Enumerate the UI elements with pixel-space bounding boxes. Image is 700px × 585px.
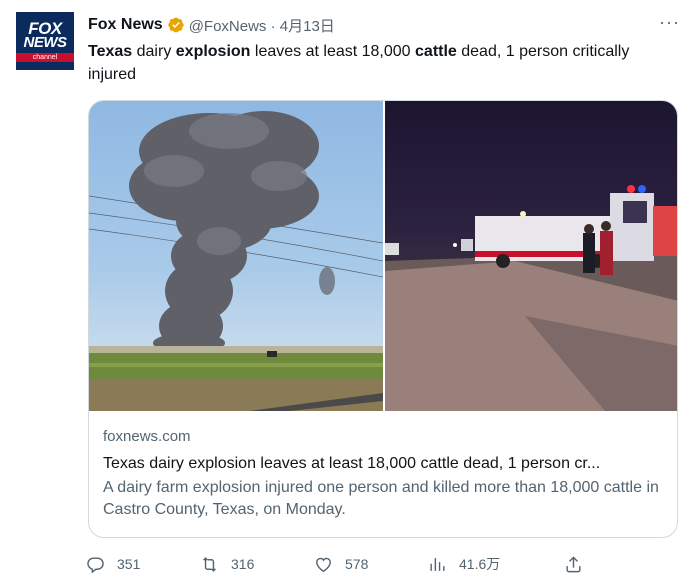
share-icon: [566, 555, 581, 572]
retweet-icon: [203, 556, 216, 572]
handle-and-date[interactable]: @FoxNews · 4月13日: [189, 15, 335, 36]
link-card[interactable]: foxnews.com Texas dairy explosion leaves…: [88, 100, 678, 538]
retweet-button[interactable]: 316: [200, 552, 254, 576]
tweet-text-part: Texas: [88, 43, 133, 60]
avatar-logo-line3: channel: [16, 52, 74, 62]
tweet-text: Texas dairy explosion leaves at least 18…: [88, 40, 678, 86]
reply-count: 351: [117, 556, 141, 572]
tweet-text-part: cattle: [415, 43, 457, 60]
views-count: 41.6万: [459, 556, 501, 572]
views-button[interactable]: 41.6万: [428, 552, 500, 576]
card-meta: foxnews.com Texas dairy explosion leaves…: [103, 427, 665, 521]
like-count: 578: [345, 556, 369, 572]
tweet-text-part: dairy: [132, 43, 176, 60]
reply-button[interactable]: 351: [86, 552, 140, 576]
card-domain: foxnews.com: [103, 428, 191, 445]
avatar-logo-line2: NEWS: [23, 33, 68, 51]
views-chart-icon: [430, 557, 445, 571]
like-button[interactable]: 578: [314, 552, 368, 576]
card-images[interactable]: [89, 101, 677, 411]
verified-badge-icon: [167, 16, 185, 34]
action-bar: 351 316 578 41.6万: [86, 552, 596, 576]
card-description: A dairy farm explosion injured one perso…: [103, 479, 659, 518]
card-image-emergency-vehicles: [385, 101, 677, 411]
tweet-text-part: leaves at least 18,000: [250, 43, 416, 60]
reply-icon: [87, 556, 104, 573]
tweet-header: Fox News @FoxNews · 4月13日: [88, 14, 335, 36]
more-options-icon[interactable]: ···: [659, 12, 680, 33]
card-title: Texas dairy explosion leaves at least 18…: [103, 455, 601, 472]
retweet-count: 316: [231, 556, 255, 572]
tweet-text-part: explosion: [175, 43, 251, 60]
share-button[interactable]: [564, 552, 583, 576]
card-image-smoke-plume: [89, 101, 383, 411]
avatar[interactable]: FOX NEWS channel: [16, 12, 74, 70]
display-name[interactable]: Fox News: [88, 16, 163, 34]
heart-icon: [316, 557, 331, 572]
